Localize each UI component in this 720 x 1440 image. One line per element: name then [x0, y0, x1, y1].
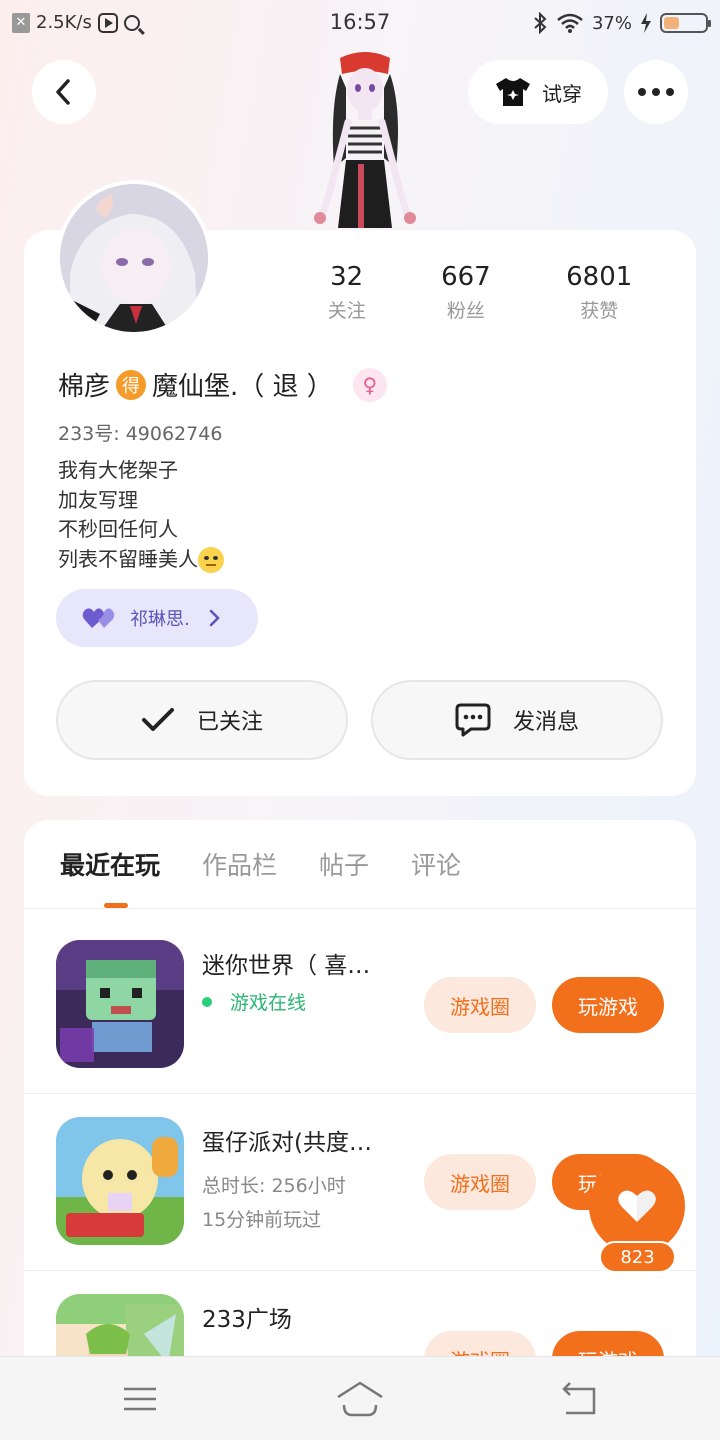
- tab-works[interactable]: 作品栏: [202, 846, 277, 882]
- stat-followers[interactable]: 667 粉丝: [441, 262, 491, 323]
- online-dot-icon: [202, 996, 212, 1007]
- row-divider: [24, 1270, 696, 1271]
- tab-bar: 最近在玩 作品栏 帖子 评论: [60, 846, 461, 882]
- profile-stats: 32 关注 667 粉丝 6801 获赞: [290, 262, 670, 323]
- menu-lines-icon: [124, 1387, 156, 1411]
- battery-level-fill: [664, 17, 679, 29]
- stat-label: 获赞: [580, 300, 619, 322]
- try-on-button[interactable]: 试穿: [468, 60, 608, 124]
- back-nav-button[interactable]: [560, 1379, 600, 1419]
- stat-value: 6801: [566, 262, 633, 292]
- heart-icon: [618, 1190, 656, 1222]
- more-options-button[interactable]: [624, 60, 688, 124]
- system-nav-bar: [0, 1356, 720, 1440]
- chevron-right-icon: [209, 609, 220, 627]
- game-last-played: 15分钟前玩过: [202, 1209, 322, 1231]
- checkmark-icon: [141, 708, 174, 731]
- game-icon-mini-world[interactable]: [56, 940, 184, 1068]
- status-right: 37%: [532, 12, 711, 34]
- send-message-button[interactable]: 发消息: [371, 680, 663, 760]
- like-button[interactable]: [589, 1158, 685, 1254]
- eye-roll-emoji-icon: [198, 547, 224, 573]
- play-game-button[interactable]: 玩游戏: [552, 977, 664, 1033]
- avatar-3d-figure[interactable]: [300, 48, 430, 232]
- bio-line: 加友写理: [58, 487, 138, 512]
- back-button[interactable]: [32, 60, 96, 124]
- online-label: 游戏在线: [230, 992, 307, 1014]
- bio: 我有大佬架子 加友写理 不秒回任何人 列表不留睡美人: [58, 456, 224, 574]
- like-count-badge: 823: [599, 1241, 676, 1273]
- bio-line-last: 列表不留睡美人: [58, 545, 224, 575]
- battery-icon: [660, 13, 711, 33]
- game-total-duration: 总时长: 256小时: [202, 1175, 346, 1197]
- cp-relation-tag[interactable]: 祁琳思.: [56, 589, 258, 647]
- avatar-image: [60, 184, 208, 332]
- menu-nav-button[interactable]: [120, 1379, 160, 1419]
- try-on-label: 试穿: [542, 81, 582, 106]
- name-part: 棉彦: [58, 372, 111, 402]
- game-row[interactable]: 迷你世界（ 喜… 游戏在线 游戏圈 玩游戏: [24, 940, 696, 1118]
- stat-label: 关注: [327, 300, 366, 322]
- game-circle-button[interactable]: 游戏圈: [424, 977, 536, 1033]
- name-part: 魔仙堡.（ 退 ）: [152, 372, 333, 402]
- tshirt-icon: [496, 78, 530, 106]
- tab-comments[interactable]: 评论: [411, 846, 461, 882]
- chat-bubble-icon: [455, 703, 491, 737]
- battery-percent: 37%: [591, 12, 632, 34]
- row-divider: [24, 1093, 696, 1094]
- name-badge: 得: [116, 369, 147, 400]
- game-name: 蛋仔派对(共度…: [202, 1130, 372, 1156]
- profile-name: 棉彦得魔仙堡.（ 退 ） ♀: [58, 366, 387, 403]
- followed-button[interactable]: 已关注: [56, 680, 348, 760]
- followed-label: 已关注: [196, 710, 263, 735]
- user-id: 233号: 49062746: [58, 423, 223, 445]
- bio-line: 不秒回任何人: [58, 517, 178, 541]
- stat-following[interactable]: 32 关注: [328, 262, 366, 323]
- tab-recently-played[interactable]: 最近在玩: [60, 846, 160, 882]
- stat-label: 粉丝: [446, 300, 485, 322]
- tabs-divider: [24, 908, 696, 909]
- bio-line: 列表不留睡美人: [58, 546, 198, 571]
- home-icon: [337, 1381, 383, 1417]
- bluetooth-icon: [534, 12, 547, 34]
- tab-posts[interactable]: 帖子: [319, 846, 369, 882]
- stat-value: 667: [441, 262, 491, 292]
- stat-likes[interactable]: 6801 获赞: [566, 262, 632, 323]
- wifi-icon: [557, 13, 583, 33]
- cp-name: 祁琳思.: [130, 609, 190, 630]
- game-online-status: 游戏在线: [202, 988, 306, 1015]
- charging-icon: [641, 13, 651, 33]
- bio-line: 我有大佬架子: [58, 458, 178, 482]
- avatar[interactable]: [56, 180, 212, 336]
- send-message-label: 发消息: [512, 710, 579, 735]
- game-name: 233广场: [202, 1307, 292, 1333]
- home-nav-button[interactable]: [336, 1379, 384, 1419]
- status-bar: ✕ 2.5K/s 16:57 37%: [0, 0, 720, 48]
- content-card: 最近在玩 作品栏 帖子 评论 迷你世界（ 喜… 游戏在线 游戏圈 玩游戏 蛋仔派…: [24, 820, 696, 1440]
- double-heart-icon: [82, 608, 115, 628]
- chevron-left-icon: [56, 79, 70, 105]
- stat-value: 32: [330, 262, 364, 292]
- return-arrow-icon: [562, 1382, 596, 1415]
- game-circle-button[interactable]: 游戏圈: [424, 1154, 536, 1210]
- game-icon-eggy-party[interactable]: [56, 1117, 184, 1245]
- game-name: 迷你世界（ 喜…: [202, 953, 371, 979]
- female-icon: ♀: [352, 367, 387, 402]
- more-dots-icon: [638, 88, 674, 96]
